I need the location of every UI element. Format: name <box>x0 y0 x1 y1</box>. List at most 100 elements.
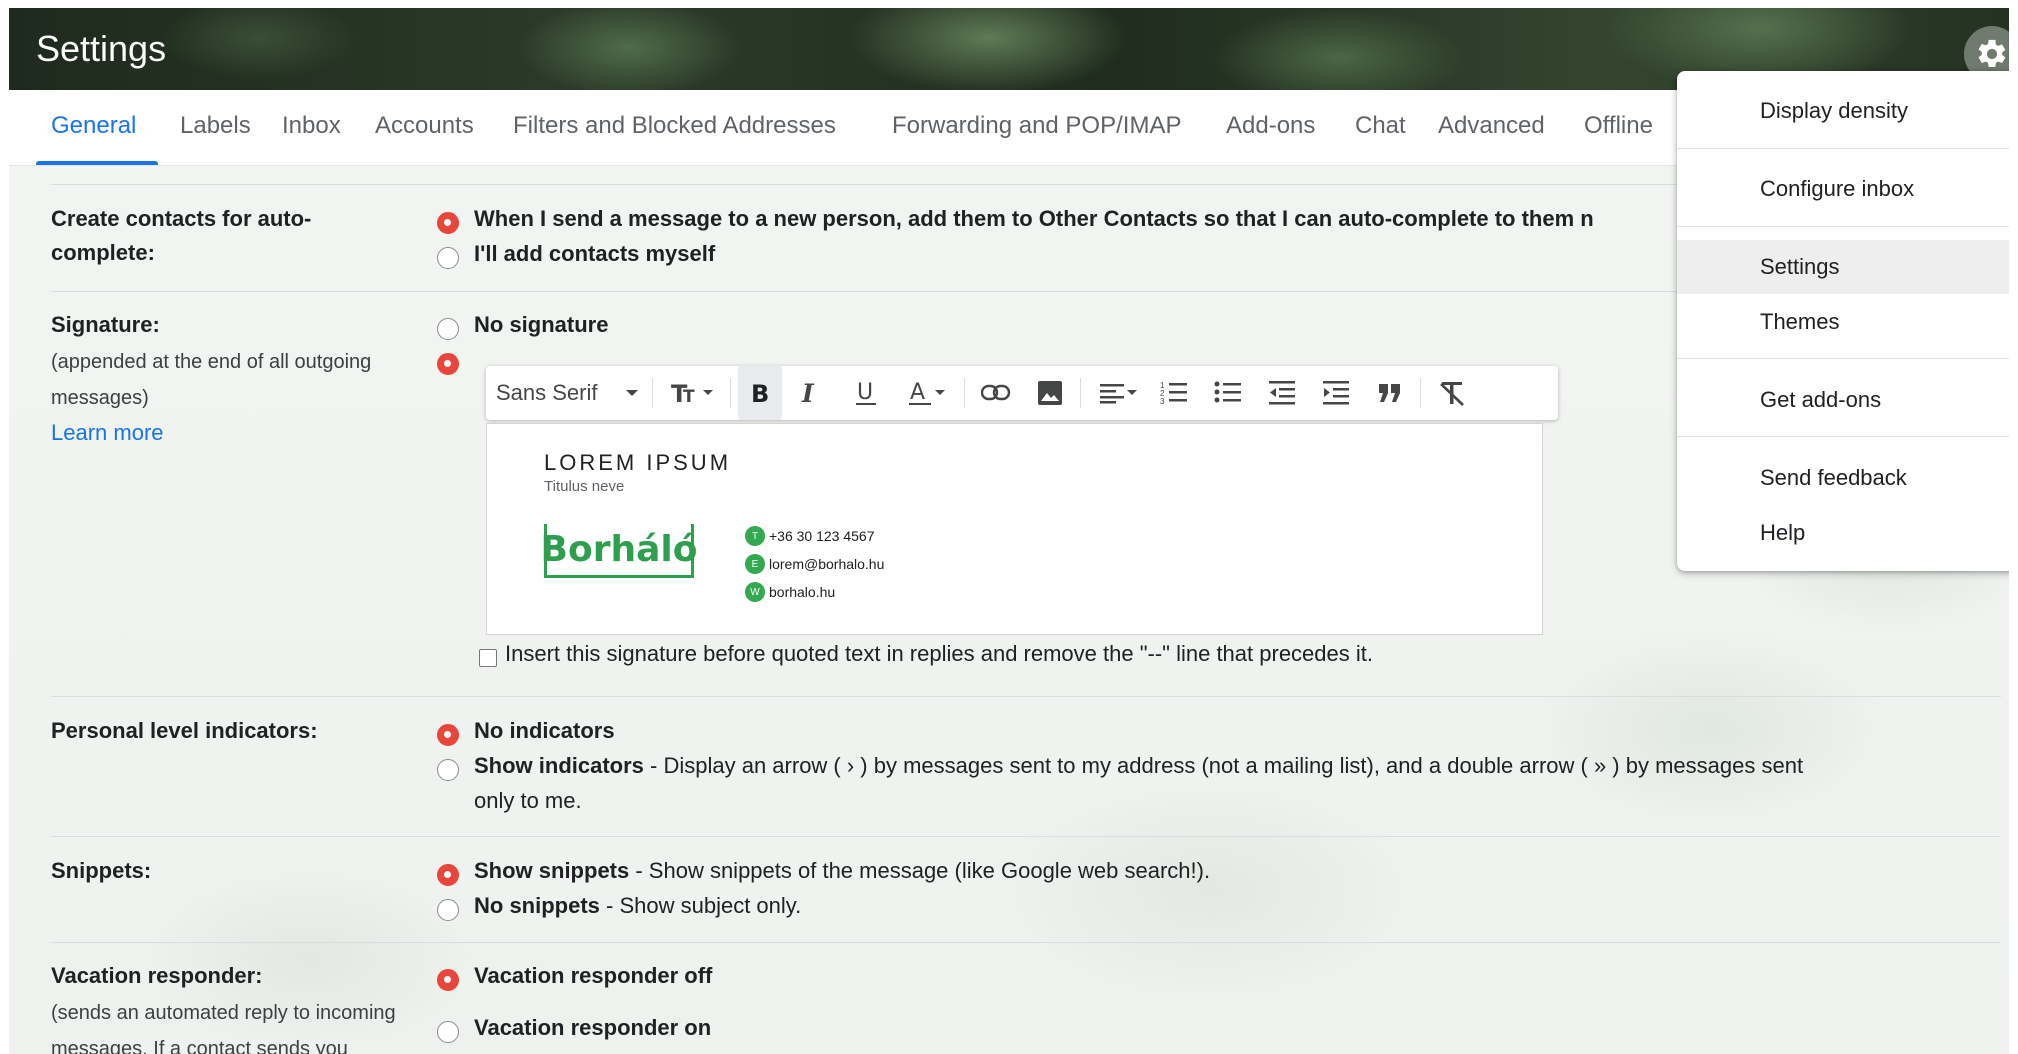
svg-text:T: T <box>683 387 695 406</box>
align-button[interactable] <box>1088 366 1150 420</box>
menu-item-help[interactable]: Help <box>1677 506 2009 560</box>
tab-accounts[interactable]: Accounts <box>375 112 474 140</box>
insert-link-button[interactable] <box>972 366 1020 420</box>
toolbar-separator <box>1420 378 1421 408</box>
show-snippets-description: - Show snippets of the message (like Goo… <box>629 858 1211 883</box>
radio-no-signature[interactable] <box>437 318 459 340</box>
radio-custom-signature[interactable] <box>437 353 459 375</box>
bold-button[interactable]: B <box>738 366 782 420</box>
option-add-contacts-myself[interactable]: I'll add contacts myself <box>474 236 715 272</box>
image-icon <box>1038 381 1062 405</box>
toolbar-separator <box>1080 378 1081 408</box>
link-icon <box>981 384 1011 401</box>
option-show-snippets[interactable]: Show snippets - Show snippets of the mes… <box>474 853 1210 889</box>
radio-vacation-on[interactable] <box>437 1021 459 1043</box>
text-color-button[interactable]: A <box>896 366 958 420</box>
radio-no-indicators[interactable] <box>437 724 459 746</box>
signature-description-line2: messages) <box>51 387 149 409</box>
signature-editor[interactable]: LOREM IPSUM Titulus neve Borháló T +36 3… <box>486 423 1543 635</box>
page-title: Settings <box>36 28 167 69</box>
option-no-signature[interactable]: No signature <box>474 307 608 343</box>
remove-formatting-button[interactable] <box>1428 366 1476 420</box>
quote-icon <box>1379 384 1400 402</box>
option-auto-add-contacts[interactable]: When I send a message to a new person, a… <box>474 201 1594 237</box>
menu-separator <box>1677 358 2009 359</box>
option-no-indicators[interactable]: No indicators <box>474 713 615 749</box>
option-show-indicators[interactable]: Show indicators - Display an arrow ( › )… <box>474 748 1803 784</box>
web-badge-icon: W <box>745 582 765 602</box>
italic-icon: I <box>801 380 815 406</box>
menu-item-get-add-ons[interactable]: Get add-ons <box>1677 373 2009 427</box>
menu-separator <box>1677 148 2009 149</box>
tab-general[interactable]: General <box>51 112 136 140</box>
toolbar-separator <box>730 378 731 408</box>
numbered-list-button[interactable]: 123 <box>1150 366 1198 420</box>
italic-button[interactable]: I <box>788 366 832 420</box>
radio-show-indicators[interactable] <box>437 759 459 781</box>
radio-show-snippets[interactable] <box>437 864 459 886</box>
font-family-value: Sans Serif <box>496 380 598 405</box>
divider <box>51 942 2001 943</box>
indent-more-icon <box>1323 381 1349 405</box>
svg-text:B: B <box>751 380 769 406</box>
radio-auto-add-contacts[interactable] <box>437 212 459 234</box>
menu-item-display-density[interactable]: Display density <box>1677 84 2009 138</box>
insert-image-button[interactable] <box>1026 366 1074 420</box>
menu-item-settings[interactable]: Settings <box>1677 240 2009 294</box>
font-family-select[interactable]: Sans Serif <box>494 366 649 420</box>
svg-text:3: 3 <box>1160 397 1165 406</box>
chevron-down-icon <box>703 390 713 395</box>
web-text: borhalo.hu <box>769 584 836 600</box>
contacts-label-line2: complete: <box>51 240 155 265</box>
borhalo-logo: Borháló <box>541 524 697 578</box>
underline-button[interactable]: U <box>844 366 888 420</box>
menu-item-themes[interactable]: Themes <box>1677 295 2009 349</box>
tab-labels[interactable]: Labels <box>180 112 251 140</box>
bulleted-list-icon <box>1214 381 1241 403</box>
menu-separator <box>1677 436 2009 437</box>
indent-less-button[interactable] <box>1258 366 1306 420</box>
divider <box>51 696 2001 697</box>
tab-chat[interactable]: Chat <box>1355 112 1406 140</box>
svg-text:A: A <box>910 380 925 405</box>
signature-description-line1: (appended at the end of all outgoing <box>51 351 372 373</box>
tab-advanced[interactable]: Advanced <box>1438 112 1545 140</box>
chevron-down-icon <box>1127 390 1137 395</box>
signature-website: W borhalo.hu <box>745 582 835 602</box>
tab-filters[interactable]: Filters and Blocked Addresses <box>513 112 836 140</box>
show-snippets-title: Show snippets <box>474 858 630 883</box>
option-vacation-on[interactable]: Vacation responder on <box>474 1010 711 1046</box>
insert-before-quoted-label[interactable]: Insert this signature before quoted text… <box>505 641 1373 667</box>
learn-more-link[interactable]: Learn more <box>51 420 164 446</box>
insert-before-quoted-checkbox[interactable] <box>479 649 497 667</box>
radio-no-snippets[interactable] <box>437 899 459 921</box>
show-indicators-description-cont: only to me. <box>474 788 582 813</box>
option-no-snippets[interactable]: No snippets - Show subject only. <box>474 888 801 924</box>
quote-button[interactable] <box>1366 366 1414 420</box>
radio-vacation-off[interactable] <box>437 969 459 991</box>
tab-inbox[interactable]: Inbox <box>282 112 341 140</box>
bulleted-list-button[interactable] <box>1204 366 1252 420</box>
tab-forwarding[interactable]: Forwarding and POP/IMAP <box>892 112 1181 140</box>
indicators-label: Personal level indicators: <box>51 718 318 743</box>
logo-text: Borháló <box>540 529 698 570</box>
signature-phone: T +36 30 123 4567 <box>745 526 875 546</box>
option-vacation-off[interactable]: Vacation responder off <box>474 958 712 994</box>
indent-more-button[interactable] <box>1312 366 1360 420</box>
text-color-icon: A <box>909 380 931 405</box>
font-size-button[interactable]: TT <box>662 366 724 420</box>
gear-icon <box>1978 39 2006 68</box>
divider <box>51 836 2001 837</box>
menu-item-send-feedback[interactable]: Send feedback <box>1677 451 2009 505</box>
snippets-label: Snippets: <box>51 858 152 883</box>
numbered-list-icon: 123 <box>1160 381 1187 406</box>
gmail-settings-window: Settings General Labels Inbox Accounts F… <box>9 8 2009 1054</box>
bold-icon: B <box>751 380 769 406</box>
remove-formatting-icon <box>1440 382 1464 406</box>
tab-addons[interactable]: Add-ons <box>1226 112 1315 140</box>
radio-add-contacts-myself[interactable] <box>437 247 459 269</box>
svg-text:I: I <box>801 380 815 406</box>
tab-offline[interactable]: Offline <box>1584 112 1653 140</box>
menu-item-configure-inbox[interactable]: Configure inbox <box>1677 162 2009 216</box>
chevron-down-icon <box>935 390 945 395</box>
